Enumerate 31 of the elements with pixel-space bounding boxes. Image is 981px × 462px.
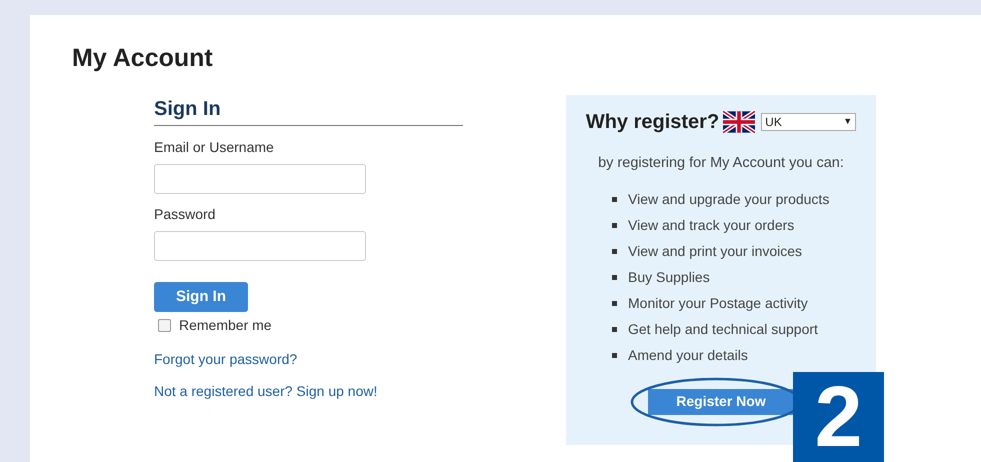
benefit-text: Get help and technical support: [628, 320, 818, 340]
benefit-text: Buy Supplies: [628, 268, 710, 288]
bullet-icon: [612, 353, 617, 358]
benefit-text: Amend your details: [628, 346, 748, 366]
register-now-button[interactable]: Register Now: [648, 388, 794, 415]
bullet-icon: [612, 197, 617, 202]
text-link[interactable]: Not a registered user? Sign up now!: [154, 382, 378, 400]
field-label: Email or Username: [154, 138, 274, 156]
bullet-icon: [612, 275, 617, 280]
checkbox[interactable]: [158, 319, 171, 332]
text-link[interactable]: Forgot your password?: [154, 350, 298, 368]
section-heading: Sign In: [154, 97, 463, 126]
country-select[interactable]: UK ▼: [761, 113, 856, 131]
panel-heading: Why register?: [586, 110, 720, 135]
bullet-icon: [612, 327, 617, 332]
text-field[interactable]: [154, 231, 366, 261]
checkbox-label: Remember me: [179, 316, 272, 335]
bullet-icon: [612, 249, 617, 254]
field-label: Password: [154, 205, 216, 223]
bullet-icon: [612, 301, 617, 306]
benefit-text: View and track your orders: [628, 216, 794, 236]
bullet-icon: [612, 223, 617, 228]
benefit-text: View and upgrade your products: [628, 190, 830, 210]
benefit-text: Monitor your Postage activity: [628, 294, 808, 314]
benefit-text: View and print your invoices: [628, 242, 802, 262]
page-title: My Account: [72, 43, 213, 73]
step-badge: 2: [793, 372, 884, 462]
intro-text: by registering for My Account you can:: [598, 154, 844, 173]
sign-in-button[interactable]: Sign In: [154, 282, 248, 312]
flag-icon: [723, 111, 756, 133]
text-field[interactable]: [154, 164, 366, 194]
